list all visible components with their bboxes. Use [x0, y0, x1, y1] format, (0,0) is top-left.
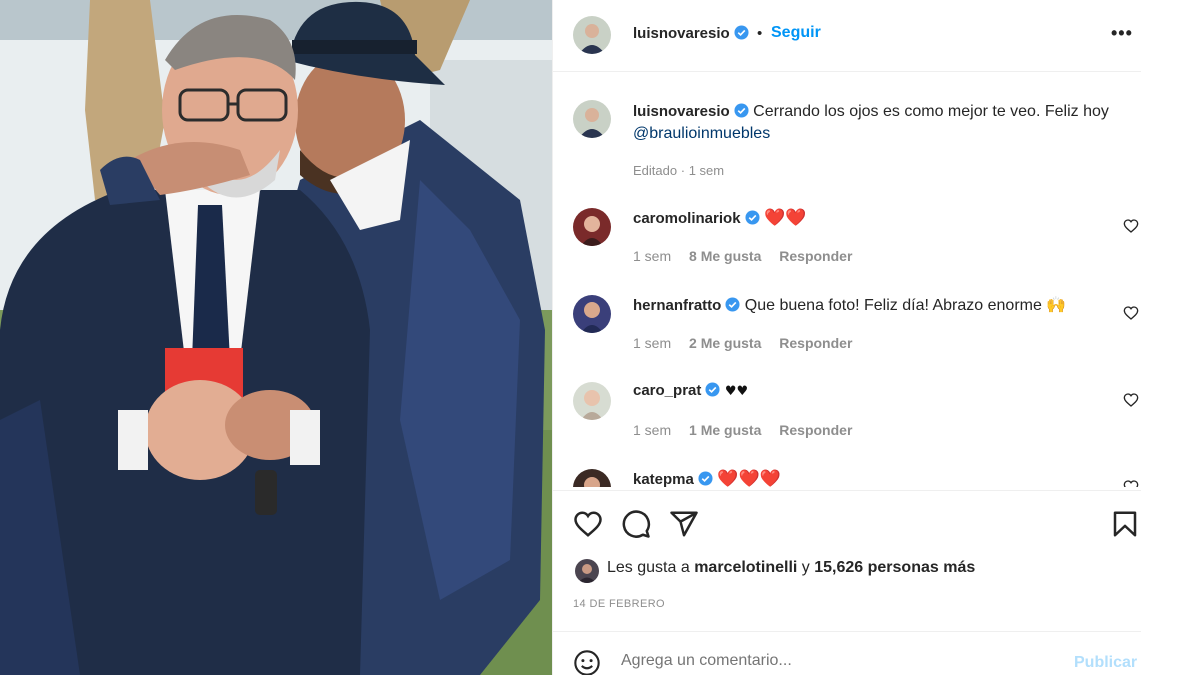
comment-time: 1 sem	[633, 248, 672, 264]
verified-badge-icon	[734, 103, 749, 118]
comment-username[interactable]: caro_prat	[633, 382, 720, 399]
likes-count-link[interactable]: 15,626 personas más	[814, 559, 975, 576]
comment-like-heart-icon[interactable]	[1123, 392, 1139, 408]
comment-username[interactable]: caromolinariok	[633, 210, 760, 227]
caption-username[interactable]: luisnovaresio	[633, 103, 749, 120]
comment-line: caro_prat ♥♥	[633, 382, 748, 400]
caption-author-avatar[interactable]	[573, 100, 611, 138]
comment-time: 1 sem	[633, 335, 672, 351]
comment-avatar[interactable]	[573, 295, 611, 333]
likes-connector: y	[801, 559, 810, 576]
raised-hands-emoji: 🙌	[1046, 295, 1067, 314]
reply-button[interactable]: Responder	[779, 248, 852, 264]
comment-likes[interactable]: 1 Me gusta	[689, 422, 761, 438]
more-options-icon[interactable]: •••	[1111, 23, 1133, 44]
post-caption: luisnovaresio Cerrando los ojos es como …	[633, 101, 1133, 145]
liker-avatar[interactable]	[575, 559, 599, 583]
comment-meta: 1 sem 1 Me gusta Responder	[633, 422, 866, 438]
verified-badge-icon	[745, 210, 760, 225]
comments-list[interactable]: luisnovaresio Cerrando los ojos es como …	[553, 73, 1142, 487]
bookmark-icon[interactable]	[1110, 509, 1140, 539]
comment-item: caro_prat ♥♥ 1 sem 1 Me gusta Responder	[553, 382, 1142, 462]
comment-meta: 1 sem 2 Me gusta Responder	[633, 335, 866, 351]
comment-item: caromolinariok ❤️❤️ 1 sem 8 Me gusta Res…	[553, 208, 1142, 288]
comment-avatar[interactable]	[573, 382, 611, 420]
comment-item: hernanfratto Que buena foto! Feliz día! …	[553, 295, 1142, 375]
edited-separator: ·	[680, 163, 686, 178]
comment-username[interactable]: hernanfratto	[633, 297, 740, 314]
verified-badge-icon	[725, 297, 740, 312]
likes-prefix: Les gusta a	[607, 559, 690, 576]
comment-text: ♥♥	[724, 384, 749, 399]
caption-body: Cerrando los ojos es como mejor te veo. …	[753, 103, 1109, 120]
separator-dot: •	[757, 25, 763, 42]
reply-button[interactable]: Responder	[779, 422, 852, 438]
comment-time: 1 sem	[633, 422, 672, 438]
verified-badge-icon	[698, 471, 713, 486]
author-avatar[interactable]	[573, 16, 611, 54]
post-header: luisnovaresio • Seguir •••	[553, 0, 1142, 72]
emoji-icon[interactable]	[573, 649, 601, 675]
comment-text: Que buena foto! Feliz día! Abrazo enorme	[744, 297, 1042, 314]
post-details-panel: luisnovaresio • Seguir ••• luisnovaresio…	[552, 0, 1142, 675]
comment-like-heart-icon[interactable]	[1123, 305, 1139, 321]
author-username[interactable]: luisnovaresio	[633, 25, 749, 42]
comment-line: caromolinariok ❤️❤️	[633, 208, 806, 228]
comment-line: hernanfratto Que buena foto! Feliz día! …	[633, 295, 1066, 315]
reply-button[interactable]: Responder	[779, 335, 852, 351]
verified-badge-icon	[705, 382, 720, 397]
likes-user-link[interactable]: marcelotinelli	[694, 559, 797, 576]
edited-label: Editado	[633, 163, 678, 178]
comment-likes[interactable]: 8 Me gusta	[689, 248, 761, 264]
comment-avatar[interactable]	[573, 469, 611, 487]
post-photo[interactable]	[0, 0, 552, 675]
comment-like-heart-icon[interactable]	[1123, 479, 1139, 487]
comment-like-heart-icon[interactable]	[1123, 218, 1139, 234]
comment-text: ❤️❤️❤️	[717, 469, 781, 487]
page-margin	[1141, 0, 1200, 675]
heart-icon[interactable]	[573, 509, 603, 539]
post-actions: Les gusta a marcelotinelli y 15,626 pers…	[553, 490, 1142, 630]
add-comment-bar: Publicar	[553, 631, 1142, 675]
verified-badge-icon	[734, 25, 749, 40]
comment-likes[interactable]: 2 Me gusta	[689, 335, 761, 351]
caption-mention-link[interactable]: @braulioinmuebles	[633, 125, 770, 142]
comment-item: katepma ❤️❤️❤️	[553, 469, 1142, 487]
comment-username[interactable]: katepma	[633, 471, 713, 487]
likes-summary: Les gusta a marcelotinelli y 15,626 pers…	[607, 559, 975, 577]
post-date[interactable]: 14 DE FEBRERO	[573, 598, 665, 610]
comment-line: katepma ❤️❤️❤️	[633, 469, 781, 487]
comment-meta: 1 sem 8 Me gusta Responder	[633, 248, 866, 264]
follow-button[interactable]: Seguir	[771, 24, 821, 42]
share-icon[interactable]	[669, 509, 699, 539]
comment-text: ❤️❤️	[764, 208, 807, 228]
publish-button[interactable]: Publicar	[1074, 654, 1137, 672]
comment-input[interactable]	[621, 652, 1021, 670]
edited-time: 1 sem	[688, 163, 725, 178]
comment-avatar[interactable]	[573, 208, 611, 246]
caption-edited-meta: Editado · 1 sem	[633, 163, 724, 178]
comment-icon[interactable]	[621, 509, 651, 539]
